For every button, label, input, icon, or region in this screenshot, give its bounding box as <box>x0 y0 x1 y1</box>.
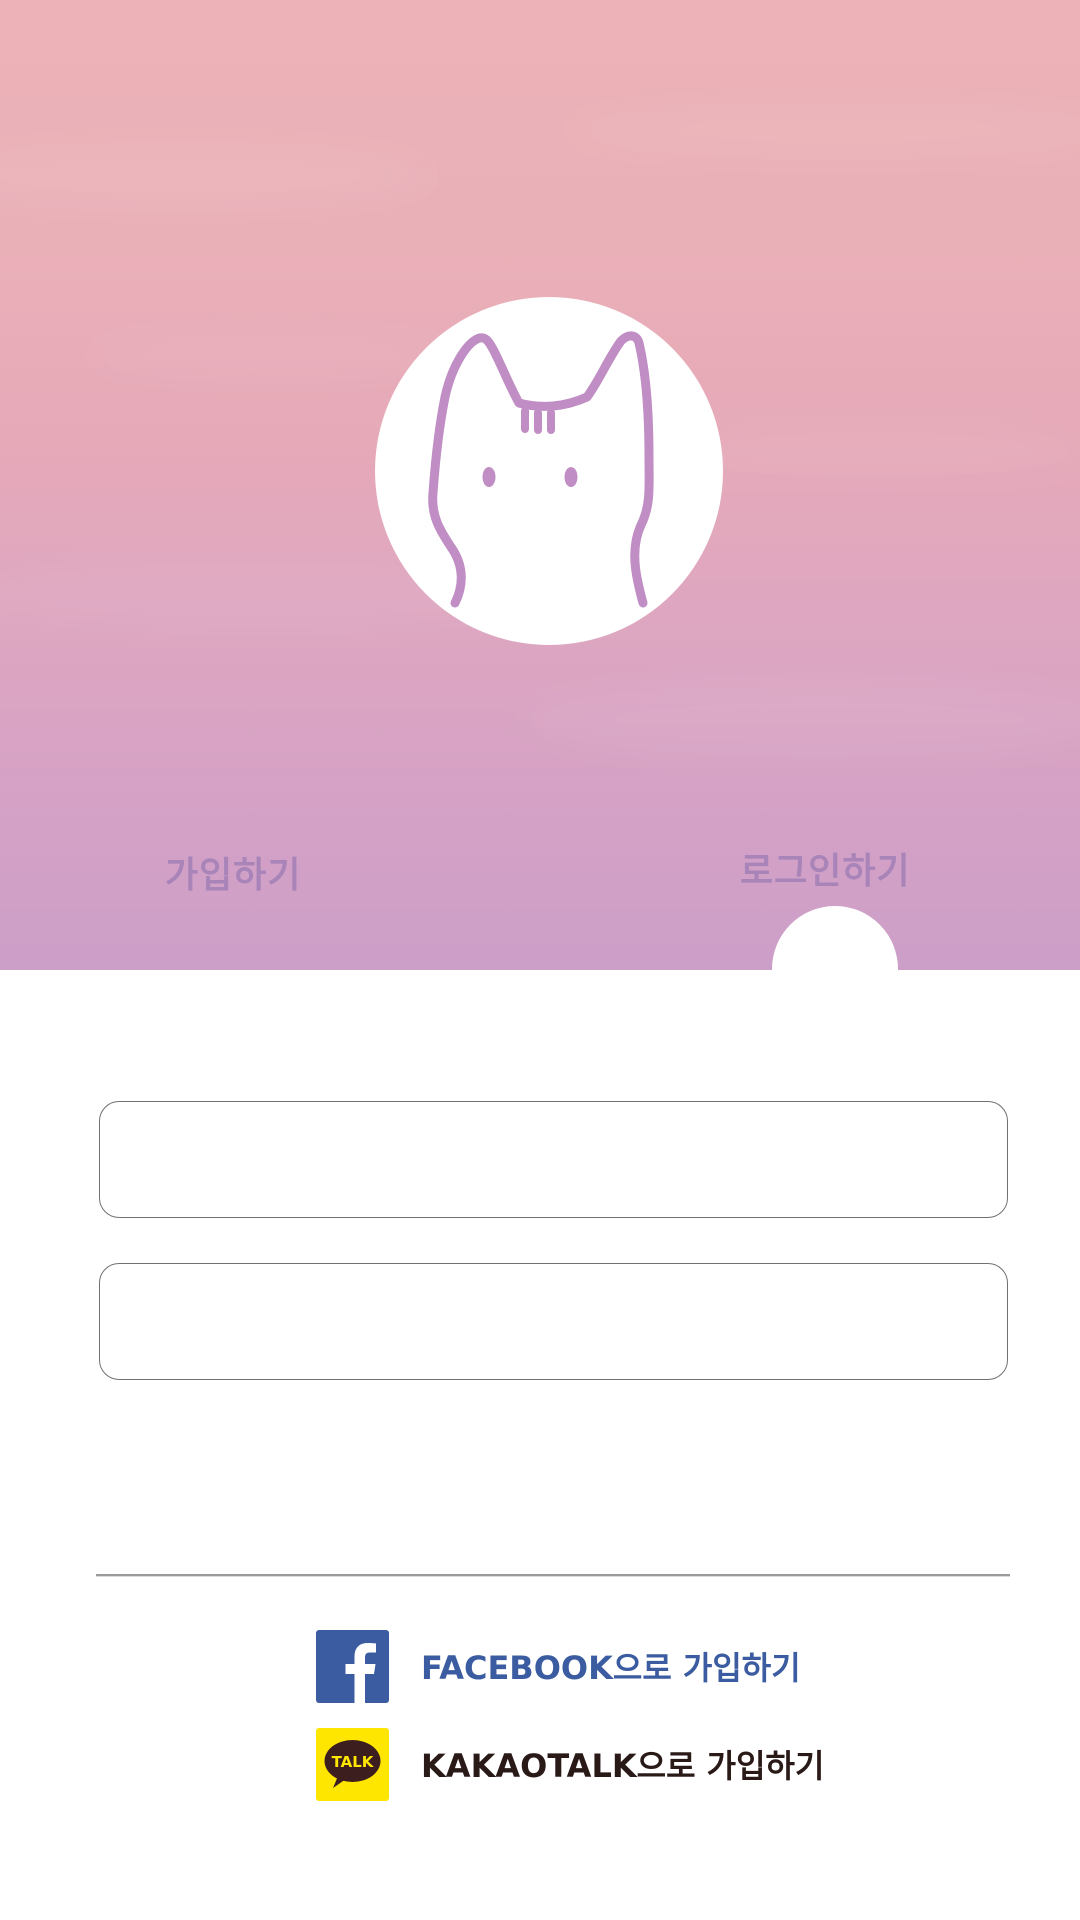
password-input[interactable] <box>99 1263 1008 1380</box>
facebook-signup-button[interactable]: FACEBOOK으로 가입하기 <box>316 1629 801 1703</box>
kakaotalk-icon: TALK <box>316 1727 389 1801</box>
kakaotalk-signup-label: KAKAOTALK으로 가입하기 <box>421 1747 825 1785</box>
id-input[interactable] <box>99 1101 1008 1218</box>
facebook-icon <box>316 1629 389 1703</box>
tab-login[interactable]: 로그인하기 <box>740 842 911 894</box>
kakaotalk-signup-button[interactable]: TALK KAKAOTALK으로 가입하기 <box>316 1727 824 1801</box>
hero-header: 가입하기 로그인하기 <box>0 0 1080 970</box>
app-logo <box>375 297 723 645</box>
cat-face-icon <box>428 331 654 608</box>
login-screen: 가입하기 로그인하기 FACEBOOK으로 가입하기 TALK KAKAOTAL… <box>0 0 1080 1920</box>
kakaotalk-icon-text: TALK <box>332 1753 375 1771</box>
facebook-signup-label: FACEBOOK으로 가입하기 <box>421 1649 801 1687</box>
tab-signup[interactable]: 가입하기 <box>165 846 301 898</box>
section-divider <box>96 1574 1010 1577</box>
active-tab-indicator <box>772 906 898 970</box>
